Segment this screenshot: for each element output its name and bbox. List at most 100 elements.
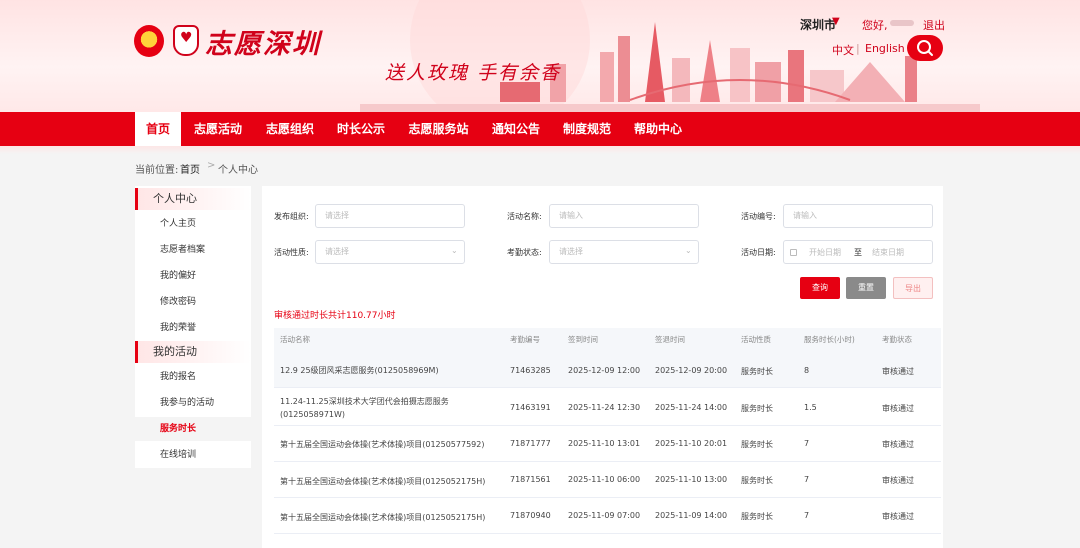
cell-hours: 8: [804, 366, 810, 375]
column-header-name: 活动名称: [280, 335, 310, 344]
cell-code: 71463191: [510, 403, 551, 412]
cell-nature: 服务时长: [741, 476, 773, 485]
org-select[interactable]: 请选择: [315, 204, 465, 228]
nav-shadow: [0, 146, 1080, 154]
cell-status: 审核通过: [882, 440, 914, 449]
cell-activity-name[interactable]: 12.9 25级团风采志愿服务(0125058969M): [280, 364, 505, 377]
sidebar-item-preferences[interactable]: 我的偏好: [135, 264, 251, 288]
cell-activity-name[interactable]: 第十五届全国运动会体操(艺术体操)项目(0125052175H): [280, 475, 505, 488]
query-button[interactable]: 查询: [800, 277, 840, 299]
nav-item-help[interactable]: 帮助中心: [627, 112, 689, 146]
lang-en-link[interactable]: English: [865, 42, 905, 55]
nav-item-home[interactable]: 首页: [135, 112, 181, 146]
cell-hours: 7: [804, 511, 810, 520]
table-row[interactable]: 11.24-11.25深圳技术大学团代会拍摄志愿服务(0125058971W) …: [274, 388, 941, 426]
activity-name-label: 活动名称:: [507, 212, 542, 221]
calendar-icon: [790, 249, 797, 256]
cell-checkout: 2025-11-09 14:00: [655, 511, 728, 520]
cell-activity-name[interactable]: 第十五届全国运动会体操(艺术体操)项目(0125052175H): [280, 511, 505, 524]
lang-zh-link[interactable]: 中文: [832, 42, 854, 58]
site-logo-text[interactable]: 志愿深圳: [205, 22, 321, 61]
cell-hours: 7: [804, 439, 810, 448]
nav-item-regulations[interactable]: 制度规范: [556, 112, 618, 146]
cell-nature: 服务时长: [741, 404, 773, 413]
date-end-input[interactable]: 结束日期: [872, 247, 904, 258]
breadcrumb-prefix: 当前位置:: [135, 165, 179, 176]
search-button[interactable]: [907, 35, 943, 61]
sidebar-group-my-activities[interactable]: 我的活动: [135, 341, 251, 363]
table-row[interactable]: 第十五届全国运动会体操(艺术体操)项目(01250577592) 7187177…: [274, 426, 941, 462]
nav-item-service-stations[interactable]: 志愿服务站: [401, 112, 476, 146]
sidebar-item-online-training[interactable]: 在线培训: [135, 443, 251, 467]
main-panel: 发布组织: 请选择 活动名称: 请输入 活动编号: 请输入 活动性质: 请选择 …: [262, 186, 943, 548]
sidebar-item-change-password[interactable]: 修改密码: [135, 290, 251, 314]
nav-item-activities[interactable]: 志愿活动: [187, 112, 249, 146]
sidebar-item-home[interactable]: 个人主页: [135, 212, 251, 236]
cell-checkin: 2025-11-09 07:00: [568, 511, 641, 520]
sidebar-item-profile[interactable]: 志愿者档案: [135, 238, 251, 262]
cell-hours: 7: [804, 475, 810, 484]
page: 志愿深圳 送人玫瑰 手有余香 深圳市 ▼ 您好, 退出 中文 |: [0, 0, 1080, 548]
activity-name-input[interactable]: 请输入: [549, 204, 699, 228]
youth-league-logo-icon: [134, 25, 164, 57]
chevron-down-icon: ⌄: [685, 246, 692, 255]
greeting-text: 您好,: [862, 19, 888, 32]
reset-button[interactable]: 重置: [846, 277, 886, 299]
nav-item-organizations[interactable]: 志愿组织: [259, 112, 321, 146]
cell-nature: 服务时长: [741, 512, 773, 521]
cell-nature: 服务时长: [741, 367, 773, 376]
nature-select[interactable]: 请选择: [315, 240, 465, 264]
volunteer-logo-icon: [173, 25, 199, 56]
cell-code: 71870940: [510, 511, 551, 520]
nav-item-hours-publicity[interactable]: 时长公示: [330, 112, 392, 146]
export-button[interactable]: 导出: [893, 277, 933, 299]
nav-item-notices[interactable]: 通知公告: [485, 112, 547, 146]
activity-code-input[interactable]: 请输入: [783, 204, 933, 228]
cell-code: 71871777: [510, 439, 551, 448]
table-row[interactable]: 第十五届全国运动会体操(艺术体操)项目(0125052175H) 7187094…: [274, 498, 941, 534]
chevron-down-icon: ⌄: [451, 246, 458, 255]
sidebar-group-personal-center[interactable]: 个人中心: [135, 188, 251, 210]
cell-status: 审核通过: [882, 476, 914, 485]
attendance-select[interactable]: 请选择: [549, 240, 699, 264]
attendance-label: 考勤状态:: [507, 248, 542, 257]
city-selector[interactable]: 深圳市: [800, 16, 836, 33]
cell-code: 71463285: [510, 366, 551, 375]
logout-link[interactable]: 退出: [923, 17, 945, 33]
sidebar-item-service-hours[interactable]: 服务时长: [135, 417, 251, 441]
caret-down-icon[interactable]: ▼: [832, 16, 840, 27]
breadcrumb-home-link[interactable]: 首页: [180, 161, 200, 176]
sidebar-item-honors[interactable]: 我的荣誉: [135, 316, 251, 340]
cell-checkout: 2025-12-09 20:00: [655, 366, 728, 375]
breadcrumb-current: 个人中心: [218, 165, 258, 176]
breadcrumb-chevron-icon: >: [207, 160, 216, 171]
cell-nature: 服务时长: [741, 440, 773, 449]
cell-checkout: 2025-11-24 14:00: [655, 403, 728, 412]
lang-separator: |: [856, 42, 860, 55]
table-row[interactable]: 第十五届全国运动会体操(艺术体操)项目(0125052175H) 7187156…: [274, 462, 941, 498]
cell-activity-name[interactable]: 第十五届全国运动会体操(艺术体操)项目(01250577592): [280, 438, 505, 451]
cell-checkin: 2025-11-24 12:30: [568, 403, 641, 412]
org-label: 发布组织:: [274, 212, 309, 221]
cell-code: 71871561: [510, 475, 551, 484]
date-range-separator: 至: [854, 248, 862, 257]
sidebar: 个人中心 个人主页 志愿者档案 我的偏好 修改密码 我的荣誉 我的活动 我的报名…: [135, 186, 251, 468]
cell-status: 审核通过: [882, 367, 914, 376]
cell-status: 审核通过: [882, 404, 914, 413]
sidebar-item-registrations[interactable]: 我的报名: [135, 365, 251, 389]
total-hours-summary: 审核通过时长共计110.77小时: [274, 311, 396, 321]
date-start-input[interactable]: 开始日期: [809, 247, 841, 258]
column-header-nature: 活动性质: [741, 335, 771, 344]
column-header-hours: 服务时长(小时): [804, 335, 855, 344]
column-header-status: 考勤状态: [882, 335, 912, 344]
username-redacted: [890, 20, 914, 26]
cell-checkout: 2025-11-10 13:00: [655, 475, 728, 484]
table-row[interactable]: 12.9 25级团风采志愿服务(0125058969M) 71463285 20…: [274, 352, 941, 388]
activity-code-label: 活动编号:: [741, 212, 776, 221]
cell-checkout: 2025-11-10 20:01: [655, 439, 728, 448]
column-header-checkin: 签到时间: [568, 335, 598, 344]
cell-hours: 1.5: [804, 403, 817, 412]
cell-activity-name[interactable]: 11.24-11.25深圳技术大学团代会拍摄志愿服务(0125058971W): [280, 395, 505, 421]
nature-label: 活动性质:: [274, 248, 309, 257]
sidebar-item-participated[interactable]: 我参与的活动: [135, 391, 251, 415]
